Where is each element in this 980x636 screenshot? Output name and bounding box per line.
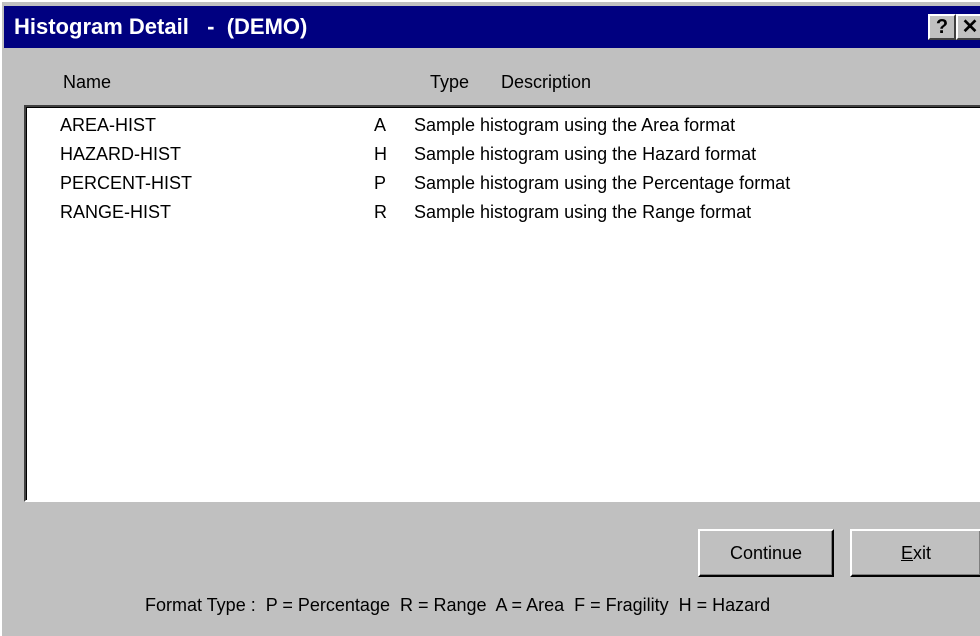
exit-hotkey: E (900, 543, 913, 563)
exit-label: xit (913, 543, 931, 563)
column-header-description: Description (501, 72, 592, 92)
continue-button[interactable]: Continue (698, 529, 834, 577)
help-button[interactable]: ? (928, 14, 956, 40)
help-icon: ? (935, 16, 949, 38)
item-name: PERCENT-HIST (60, 173, 193, 193)
item-name: HAZARD-HIST (60, 144, 181, 164)
close-button[interactable]: ✕ (956, 14, 980, 40)
item-description: Sample histogram using the Area format (414, 115, 736, 135)
continue-label: Continue (729, 543, 803, 563)
item-type: A (374, 115, 387, 135)
item-type: P (374, 173, 387, 193)
item-description: Sample histogram using the Range format (414, 202, 752, 222)
item-type: H (374, 144, 387, 164)
list-item[interactable]: AREA-HIST A Sample histogram using the A… (26, 111, 980, 141)
item-name: RANGE-HIST (60, 202, 172, 222)
format-type-legend: Format Type : P = Percentage R = Range A… (145, 595, 771, 615)
item-name: AREA-HIST (60, 115, 157, 135)
title-bar[interactable]: Histogram Detail - (DEMO) ? ✕ (4, 6, 980, 48)
item-description: Sample histogram using the Percentage fo… (414, 173, 791, 193)
item-description: Sample histogram using the Hazard format (414, 144, 757, 164)
close-icon: ✕ (961, 16, 979, 38)
column-header-type: Type (430, 72, 470, 92)
list-item[interactable]: RANGE-HIST R Sample histogram using the … (26, 198, 980, 228)
exit-button[interactable]: Exit (850, 529, 980, 577)
list-item[interactable]: PERCENT-HIST P Sample histogram using th… (26, 169, 980, 199)
histogram-list[interactable]: AREA-HIST A Sample histogram using the A… (24, 105, 980, 502)
item-type: R (374, 202, 387, 222)
list-item[interactable]: HAZARD-HIST H Sample histogram using the… (26, 140, 980, 170)
histogram-detail-dialog: Histogram Detail - (DEMO) ? ✕ Name Type … (0, 0, 980, 636)
column-header-name: Name (63, 72, 112, 92)
window-title: Histogram Detail - (DEMO) (14, 14, 308, 39)
